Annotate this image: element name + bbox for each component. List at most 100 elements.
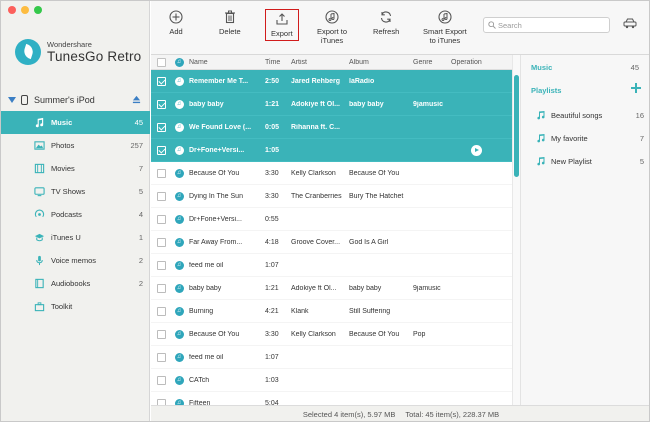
table-row[interactable]: ♫ CATch 1:03 xyxy=(151,369,512,392)
row-checkbox[interactable] xyxy=(156,76,166,86)
row-checkbox[interactable] xyxy=(156,306,166,316)
playlist-name: Beautiful songs xyxy=(551,110,603,120)
table-row[interactable]: ♫ Because Of You 3:30 Kelly Clarkson Because… xyxy=(151,323,512,346)
row-checkbox[interactable] xyxy=(156,237,166,247)
cell-artist: Klank xyxy=(291,307,309,315)
search-input[interactable]: Search xyxy=(498,21,522,30)
table-row[interactable]: ♫ Burning 4:21 Klank Still Suffering xyxy=(151,300,512,323)
table-row[interactable]: ♫ Fifteen 5:04 xyxy=(151,392,512,405)
select-all-checkbox[interactable] xyxy=(156,57,166,67)
refresh-button[interactable]: Refresh xyxy=(373,10,399,36)
smart-export-button[interactable]: Smart Export to iTunes xyxy=(423,10,467,45)
column-header-genre[interactable]: Genre xyxy=(411,59,449,66)
itunes-icon xyxy=(325,10,339,24)
table-row[interactable]: ♫ Dying In The Sun 3:30 The Cranberries Bury… xyxy=(151,185,512,208)
music-note-icon: ♫ xyxy=(174,214,184,224)
sidebar-item-voice-memos[interactable]: Voice memos 2 xyxy=(1,249,150,272)
smart-export-icon xyxy=(438,10,452,24)
microphone-icon xyxy=(36,255,43,266)
cell-time: 1:05 xyxy=(265,146,280,154)
playlist-item[interactable]: Beautiful songs 16 xyxy=(536,108,644,122)
row-checkbox[interactable] xyxy=(156,352,166,362)
music-note-icon: ♫ xyxy=(174,99,184,109)
sidebar-item-label: Audiobooks xyxy=(51,279,91,288)
playlist-item[interactable]: New Playlist 5 xyxy=(536,154,644,168)
search-icon xyxy=(488,21,496,29)
table-row[interactable]: ♫ Dr+Fone+Versi... 0:55 xyxy=(151,208,512,231)
add-button[interactable]: Add xyxy=(169,10,183,36)
cell-name: Dr+Fone+Versi... xyxy=(189,215,242,223)
column-header-artist[interactable]: Artist xyxy=(289,59,347,66)
sidebar-item-podcasts[interactable]: Podcasts 4 xyxy=(1,203,150,226)
cell-album: laRadio xyxy=(349,77,375,85)
sidebar-item-label: iTunes U xyxy=(51,233,81,242)
table-row[interactable]: ♫ feed me oil 1:07 xyxy=(151,346,512,369)
sidebar-item-itunes-u[interactable]: iTunes U 1 xyxy=(1,226,150,249)
row-checkbox[interactable] xyxy=(156,145,166,155)
row-checkbox[interactable] xyxy=(156,329,166,339)
sidebar-item-count: 5 xyxy=(138,187,143,196)
checkbox-cell xyxy=(151,214,171,224)
playlist-item[interactable]: My favorite 7 xyxy=(536,131,644,145)
sidebar-item-movies[interactable]: Movies 7 xyxy=(1,157,150,180)
scrollbar-thumb[interactable] xyxy=(514,75,519,177)
cell-name: baby baby xyxy=(189,284,222,292)
table-row[interactable]: ♫ baby baby 1:21 Adokiye ft Ol... baby baby 9… xyxy=(151,93,512,116)
cell-time: 1:07 xyxy=(265,353,279,361)
music-note-icon: ♫ xyxy=(174,168,184,178)
add-playlist-icon[interactable] xyxy=(631,83,641,93)
table-row[interactable]: ♫ baby baby 1:21 Adokiye ft Ol... baby baby 9… xyxy=(151,277,512,300)
column-header-album[interactable]: Album xyxy=(347,59,411,66)
row-checkbox[interactable] xyxy=(156,122,166,132)
export-to-itunes-button[interactable]: Export to iTunes xyxy=(317,10,347,45)
car-icon[interactable] xyxy=(623,17,637,29)
table-body: ♫ Remember Me T... 2:50 Jared Rehberg laRadi… xyxy=(151,70,512,405)
music-section-label[interactable]: Music xyxy=(531,63,552,72)
sidebar-item-music[interactable]: Music 45 xyxy=(1,111,150,134)
row-checkbox[interactable] xyxy=(156,191,166,201)
table-row[interactable]: ♫ Remember Me T... 2:50 Jared Rehberg laRadi… xyxy=(151,70,512,93)
disclosure-triangle-icon[interactable] xyxy=(8,97,16,103)
search-box[interactable]: Search xyxy=(483,17,610,33)
row-checkbox[interactable] xyxy=(156,260,166,270)
column-header-operation: Operation xyxy=(451,58,482,66)
row-checkbox[interactable] xyxy=(156,214,166,224)
table-scrollbar[interactable] xyxy=(512,55,520,405)
device-header[interactable]: Summer's iPod xyxy=(8,93,143,107)
sidebar-item-photos[interactable]: Photos 257 xyxy=(1,134,150,157)
table-row[interactable]: ♫ feed me oil 1:07 xyxy=(151,254,512,277)
table-row[interactable]: ♫ Dr+Fone+Versi... 1:05 xyxy=(151,139,512,162)
cell-operation xyxy=(449,116,499,138)
checkbox-cell xyxy=(151,375,171,385)
column-header-time[interactable]: Time xyxy=(263,59,289,66)
table-row[interactable]: ♫ Because Of You 3:30 Kelly Clarkson Because… xyxy=(151,162,512,185)
minimize-window-button[interactable] xyxy=(21,6,29,14)
cell-genre: Pop xyxy=(413,330,426,338)
cell-time: 1:03 xyxy=(265,376,279,384)
delete-button[interactable]: Delete xyxy=(219,10,241,36)
row-checkbox[interactable] xyxy=(156,283,166,293)
play-icon[interactable] xyxy=(471,145,482,156)
table-row[interactable]: ♫ We Found Love (... 0:05 Rihanna ft. C... xyxy=(151,116,512,139)
column-header-name[interactable]: Name xyxy=(187,59,263,66)
sidebar-item-toolkit[interactable]: Toolkit xyxy=(1,295,150,318)
zoom-window-button[interactable] xyxy=(34,6,42,14)
row-checkbox[interactable] xyxy=(156,375,166,385)
cell-album: Because Of You xyxy=(349,330,400,338)
export-button[interactable]: Export xyxy=(265,9,299,41)
sidebar-item-tv-shows[interactable]: TV Shows 5 xyxy=(1,180,150,203)
eject-icon[interactable] xyxy=(132,95,141,104)
tv-icon xyxy=(34,187,45,197)
book-icon xyxy=(35,278,44,289)
row-checkbox[interactable] xyxy=(156,99,166,109)
sidebar-item-audiobooks[interactable]: Audiobooks 2 xyxy=(1,272,150,295)
cell-time: 3:30 xyxy=(265,169,279,177)
row-checkbox[interactable] xyxy=(156,168,166,178)
movies-icon xyxy=(34,163,45,174)
cell-time: 4:21 xyxy=(265,307,279,315)
music-note-icon: ♫ xyxy=(174,329,184,339)
checkbox-cell xyxy=(151,283,171,293)
close-window-button[interactable] xyxy=(8,6,16,14)
cell-name: baby baby xyxy=(189,100,224,108)
table-row[interactable]: ♫ Far Away From... 4:18 Groove Cover... God … xyxy=(151,231,512,254)
